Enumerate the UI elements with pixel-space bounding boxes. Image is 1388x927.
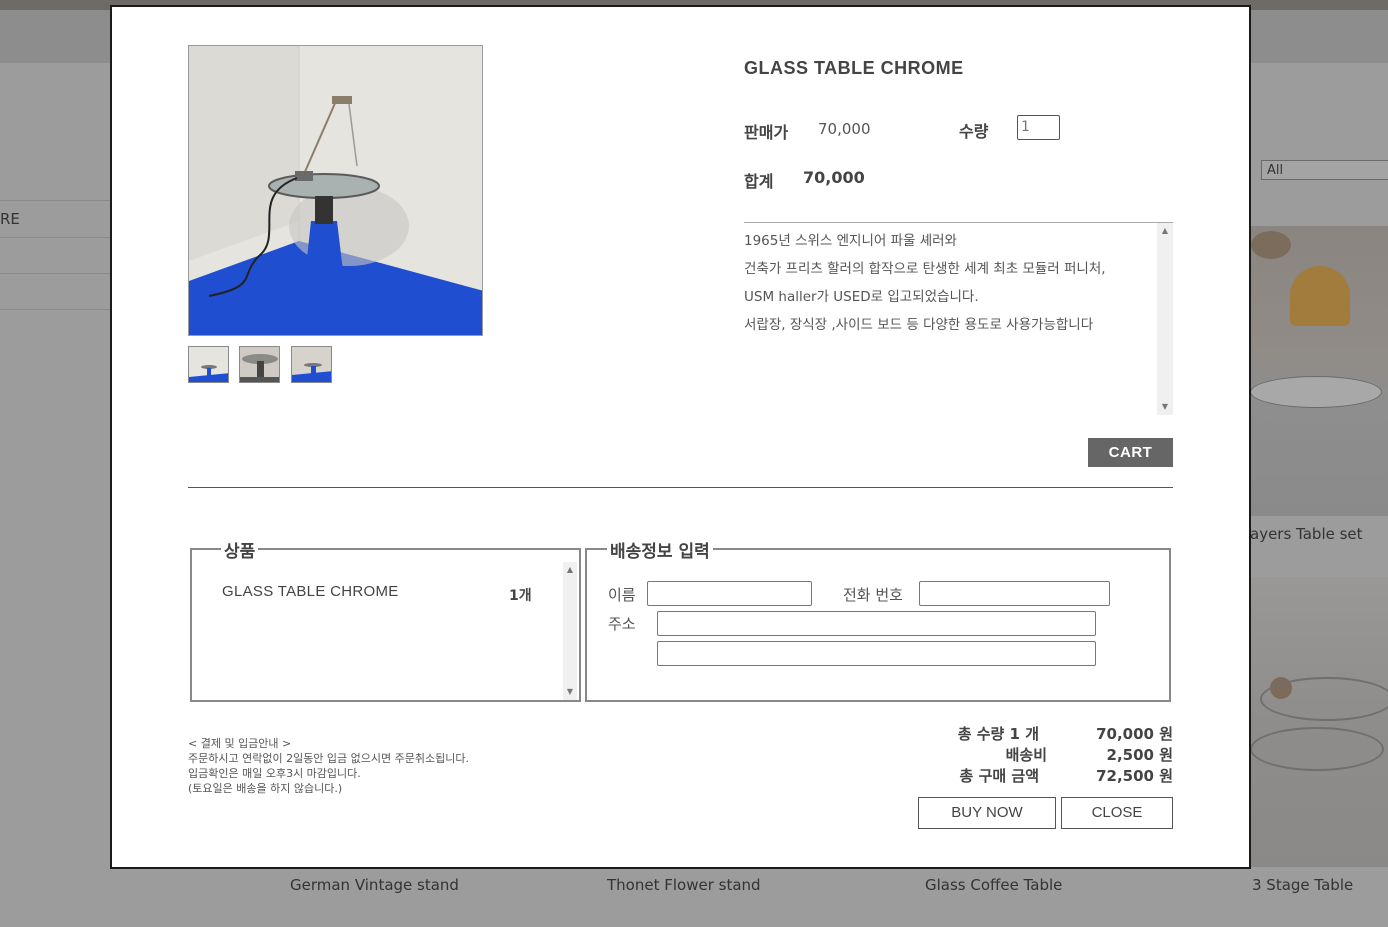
product-thumbnail[interactable] xyxy=(291,346,332,383)
thumbnail-illustration xyxy=(292,347,331,382)
product-photo[interactable] xyxy=(1250,577,1388,867)
category-filter-select[interactable]: All xyxy=(1261,160,1388,180)
sidebar-item[interactable]: RE xyxy=(0,200,112,238)
product-thumbnail[interactable] xyxy=(188,346,229,383)
total-label: 합계 xyxy=(744,172,774,191)
description-line: 건축가 프리츠 할러의 합작으로 탄생한 세계 최초 모듈러 퍼니처, xyxy=(744,261,1106,277)
total-value: 70,000 xyxy=(803,168,865,187)
section-divider xyxy=(188,487,1173,488)
cart-button[interactable]: CART xyxy=(1088,438,1173,467)
thumbnail-illustration xyxy=(240,347,279,382)
product-photo-illustration xyxy=(189,46,482,335)
address-label: 주소 xyxy=(608,615,636,633)
scroll-up-arrow-icon[interactable]: ▲ xyxy=(1157,223,1173,239)
glass-tier-shape xyxy=(1250,727,1384,771)
order-items-legend: 상품 xyxy=(221,537,259,562)
description-line: 1965년 스위스 엔지니어 파울 셰러와 xyxy=(744,233,957,249)
phone-input[interactable] xyxy=(919,581,1110,606)
phone-label: 전화 번호 xyxy=(843,586,903,604)
price-label: 판매가 xyxy=(744,123,789,142)
product-description[interactable]: 1965년 스위스 엔지니어 파울 셰러와 건축가 프리츠 할러의 합작으로 탄… xyxy=(744,222,1173,415)
quantity-input[interactable]: 1 xyxy=(1017,115,1060,140)
product-title: GLASS TABLE CHROME xyxy=(744,58,964,78)
product-photo[interactable] xyxy=(1250,226,1388,516)
close-button[interactable]: CLOSE xyxy=(1061,797,1173,829)
payment-notice-title: < 결제 및 입금안내 > xyxy=(188,737,292,750)
description-scrollbar[interactable]: ▲ ▼ xyxy=(1157,223,1173,415)
shipping-info-panel: 배송정보 입력 이름 전화 번호 주소 xyxy=(585,537,1171,702)
payment-notice-line: (토요일은 배송을 하지 않습니다.) xyxy=(188,782,343,795)
summary-shipping-label: 배송비 xyxy=(1005,746,1047,764)
summary-total-label: 총 구매 금액 xyxy=(959,767,1039,785)
product-caption[interactable]: Thonet Flower stand xyxy=(607,876,761,894)
sidebar-item-label: RE xyxy=(0,210,20,228)
shipping-info-legend: 배송정보 입력 xyxy=(607,537,713,562)
order-item-name: GLASS TABLE CHROME xyxy=(222,583,399,600)
order-item-qty: 1개 xyxy=(509,588,532,604)
quantity-label: 수량 xyxy=(959,122,989,141)
address-input-line1[interactable] xyxy=(657,611,1096,636)
lamp-shade-shape xyxy=(1290,266,1350,326)
order-items-scrollbar[interactable]: ▲ ▼ xyxy=(563,562,577,700)
lamp-shade-shape xyxy=(1251,231,1291,259)
name-input[interactable] xyxy=(647,581,812,606)
scroll-down-arrow-icon[interactable]: ▼ xyxy=(563,684,577,700)
scroll-up-arrow-icon[interactable]: ▲ xyxy=(563,562,577,578)
sidebar-item[interactable] xyxy=(0,237,112,274)
product-caption[interactable]: ayers Table set xyxy=(1250,525,1363,543)
table-top-shape xyxy=(1250,376,1382,408)
description-line: 서랍장, 장식장 ,사이드 보드 등 다양한 용도로 사용가능합니다 xyxy=(744,317,1094,333)
glass-tier-shape xyxy=(1260,677,1388,721)
product-caption[interactable]: German Vintage stand xyxy=(290,876,459,894)
product-caption[interactable]: Glass Coffee Table xyxy=(925,876,1062,894)
scroll-down-arrow-icon[interactable]: ▼ xyxy=(1157,399,1173,415)
payment-notice-line: 입금확인은 매일 오후3시 마감입니다. xyxy=(188,767,361,780)
summary-qty-amount: 70,000 원 xyxy=(1096,725,1173,743)
summary-qty-label: 총 수량 1 개 xyxy=(957,725,1039,743)
summary-total-amount: 72,500 원 xyxy=(1096,767,1173,785)
payment-notice-line: 주문하시고 연락없이 2일동안 입금 없으시면 주문취소됩니다. xyxy=(188,752,469,765)
product-caption[interactable]: 3 Stage Table xyxy=(1252,876,1353,894)
order-items-panel: 상품 GLASS TABLE CHROME 1개 ▲ ▼ xyxy=(190,537,581,702)
name-label: 이름 xyxy=(608,586,636,604)
description-line: USM haller가 USED로 입고되었습니다. xyxy=(744,289,979,305)
product-main-image[interactable] xyxy=(188,45,483,336)
summary-shipping-amount: 2,500 원 xyxy=(1106,746,1173,764)
buy-now-button[interactable]: BUY NOW xyxy=(918,797,1056,829)
sidebar-item[interactable] xyxy=(0,273,112,310)
price-value: 70,000 xyxy=(818,120,871,138)
thumbnail-illustration xyxy=(189,347,228,382)
product-thumbnail[interactable] xyxy=(239,346,280,383)
address-input-line2[interactable] xyxy=(657,641,1096,666)
